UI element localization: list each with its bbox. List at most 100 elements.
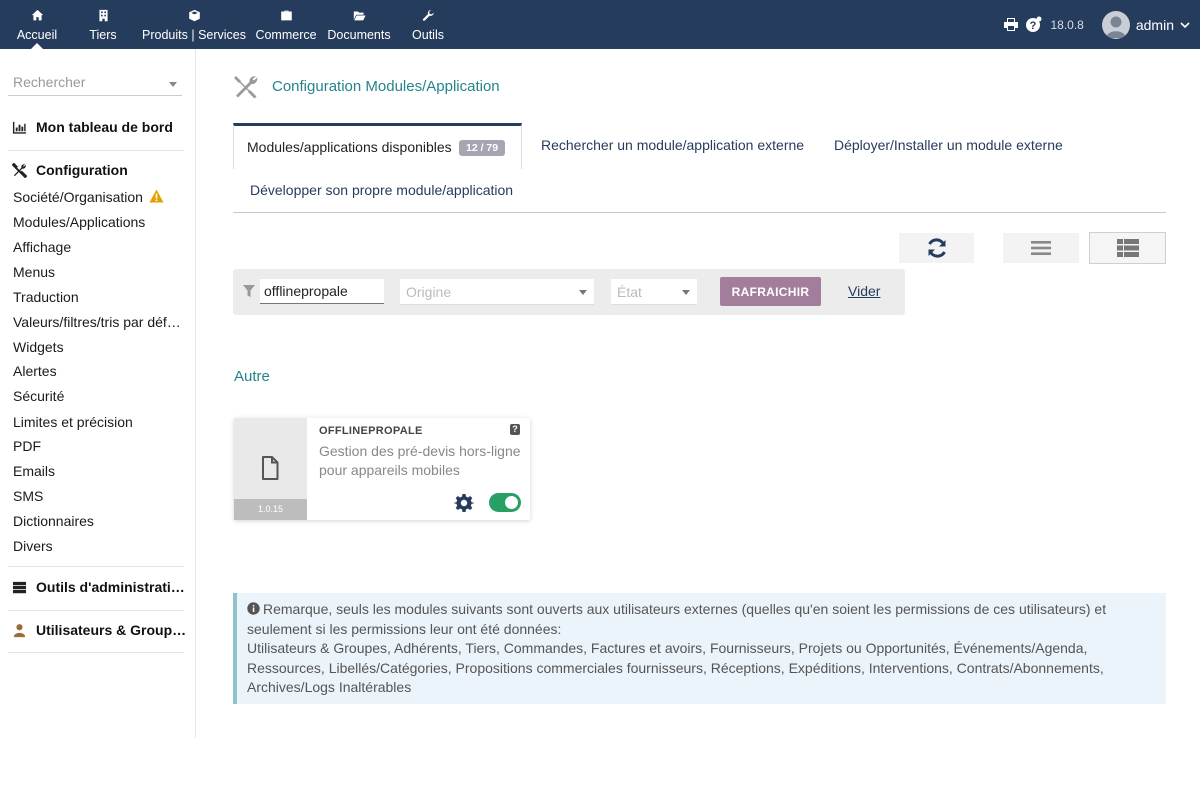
caret-down-icon [579,290,587,295]
sidebar-item-divers[interactable]: Divers [13,538,53,554]
info-note: Remarque, seuls les modules suivants son… [233,593,1166,704]
menu-users-groups-label: Utilisateurs & Group… [36,622,187,638]
server-icon [12,581,27,593]
state-select[interactable]: État [611,279,697,305]
avatar[interactable] [1101,10,1130,39]
section-title: Autre [234,368,270,385]
sidebar-item-modules[interactable]: Modules/Applications [13,214,145,230]
nav-produits-services[interactable]: Produits | Services [138,0,250,49]
tab-develop-module[interactable]: Développer son propre module/application [250,182,513,198]
nav-label: Produits | Services [142,28,246,42]
clear-link[interactable]: Vider [848,283,880,299]
divider [8,566,184,567]
username[interactable]: admin [1136,17,1174,33]
cube-icon [188,9,200,22]
svg-text:?: ? [1030,20,1037,32]
nav-tiers[interactable]: Tiers [78,0,128,49]
menu-admin-tools-label: Outils d'administrati… [36,579,185,595]
refresh-icon [927,238,946,258]
left-sidebar: Rechercher Mon tableau de bord Configura… [0,49,196,738]
origin-select[interactable]: Origine [400,279,594,305]
info-icon [247,602,260,615]
top-navbar: Accueil Tiers Produits | Services Commer… [0,0,1200,49]
filter-icon [243,285,255,297]
nav-label: Tiers [89,28,117,42]
sidebar-item-securite[interactable]: Sécurité [13,388,64,404]
module-version: 1.0.15 [234,499,307,520]
printer-icon[interactable] [1003,17,1019,32]
tab-deploy-external[interactable]: Déployer/Installer un module externe [834,137,1063,153]
sidebar-item-valeurs[interactable]: Valeurs/filtres/tris par déf… [13,314,181,330]
sidebar-item-sms[interactable]: SMS [13,488,43,504]
search-select[interactable]: Rechercher [8,71,182,96]
sidebar-item-label: Société/Organisation [13,189,143,205]
gear-icon[interactable] [454,493,474,513]
module-enable-toggle[interactable] [489,493,521,512]
sidebar-item-pdf[interactable]: PDF [13,438,41,454]
select-placeholder: Origine [406,284,452,300]
tab-search-external[interactable]: Rechercher un module/application externe [541,137,804,153]
note-intro-text: Remarque, seuls les modules suivants son… [247,601,1107,637]
menu-users-groups[interactable]: Utilisateurs & Group… [12,622,186,638]
nav-commerce[interactable]: Commerce [250,0,322,49]
warning-icon [149,189,164,203]
note-intro-line: Remarque, seuls les modules suivants son… [247,600,1156,639]
nav-accueil[interactable]: Accueil [6,0,68,49]
sidebar-item-limites[interactable]: Limites et précision [13,414,133,430]
list-icon [1031,241,1051,255]
nav-label: Documents [327,28,391,42]
nav-label: Commerce [255,28,317,42]
caret-down-icon [169,82,177,87]
divider [8,610,184,611]
building-icon [98,9,108,22]
refresh-view-button[interactable] [899,233,974,263]
module-description: Gestion des pré-devis hors-ligne pour ap… [319,443,521,478]
help-icon[interactable]: ? [1025,16,1042,33]
menu-configuration[interactable]: Configuration [12,162,128,178]
list-view-button[interactable] [1003,233,1079,263]
search-input[interactable]: offlinepropale [260,279,384,304]
file-icon [262,456,279,480]
module-name: OFFLINEPROPALE [319,425,423,437]
filter-bar: offlinepropale Origine État RAFRAICHIR V… [233,269,905,315]
nav-documents[interactable]: Documents [322,0,396,49]
tab-available-modules[interactable]: Modules/applications disponibles 12 / 79 [233,123,522,169]
page-title: Configuration Modules/Application [233,74,500,99]
sidebar-item-dictionnaires[interactable]: Dictionnaires [13,513,94,529]
search-placeholder: Rechercher [13,74,86,90]
menu-configuration-label: Configuration [36,162,128,178]
caret-down-icon [682,290,690,295]
sidebar-item-emails[interactable]: Emails [13,463,55,479]
chart-icon [12,121,27,134]
home-icon [31,9,43,21]
tools-icon [234,76,258,99]
help-icon[interactable]: ? [510,424,520,435]
folder-open-icon [353,11,366,21]
chevron-down-icon[interactable] [1180,20,1190,30]
sidebar-item-affichage[interactable]: Affichage [13,239,71,255]
grid-view-button[interactable] [1089,232,1166,264]
refresh-button[interactable]: RAFRAICHIR [720,277,821,306]
module-icon-area: 1.0.15 [234,418,307,520]
menu-dashboard-label: Mon tableau de bord [36,119,173,135]
tools-icon [12,162,27,178]
briefcase-icon [280,10,292,21]
sidebar-item-menus[interactable]: Menus [13,264,55,280]
sidebar-item-widgets[interactable]: Widgets [13,339,64,355]
note-modules-list: Utilisateurs & Groupes, Adhérents, Tiers… [247,640,1104,695]
sidebar-item-traduction[interactable]: Traduction [13,289,79,305]
page-title-text: Configuration Modules/Application [272,78,500,95]
wrench-icon [422,9,434,21]
version-number: 18.0.8 [1050,17,1084,32]
nav-label: Outils [412,28,444,42]
divider [8,652,184,653]
user-icon [13,623,26,637]
sidebar-item-societe[interactable]: Société/Organisation [13,189,164,205]
table-icon [1116,239,1139,257]
module-card: 1.0.15 OFFLINEPROPALE ? Gestion des pré-… [234,418,530,520]
count-badge: 12 / 79 [459,140,506,156]
nav-outils[interactable]: Outils [404,0,452,49]
menu-admin-tools[interactable]: Outils d'administrati… [12,579,185,595]
sidebar-item-alertes[interactable]: Alertes [13,363,57,379]
menu-dashboard[interactable]: Mon tableau de bord [12,119,173,135]
